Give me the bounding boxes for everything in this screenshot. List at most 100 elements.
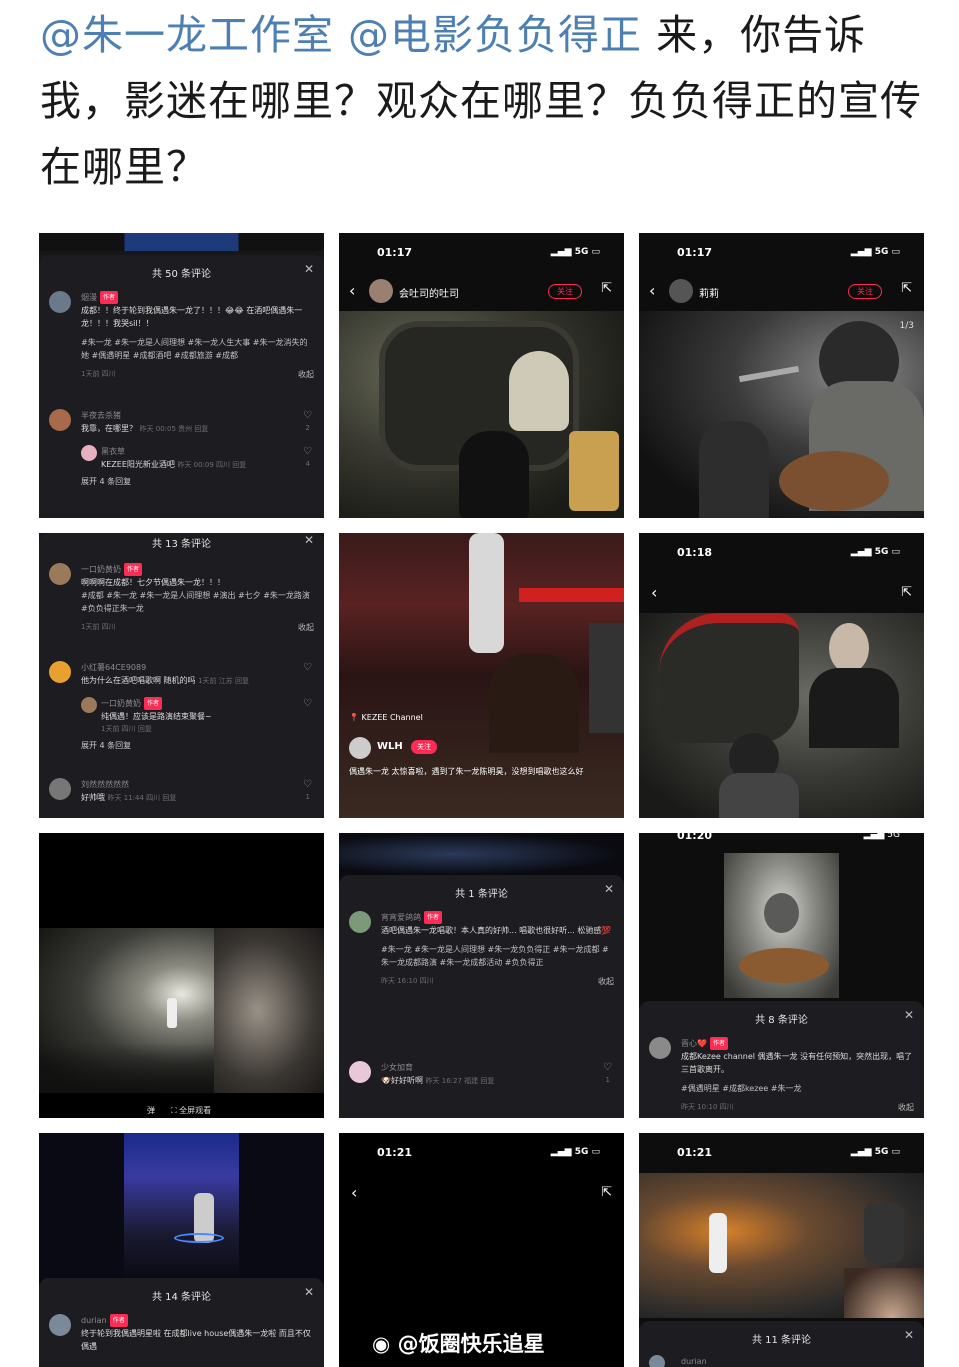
status-time: 01:20 [677,833,713,842]
location-tag[interactable]: 📍 KEZEE Channel [349,713,423,722]
comment-tags[interactable]: #偶遇明星 #成都kezee #朱一龙 [681,1082,914,1095]
avatar[interactable] [49,778,71,800]
share-icon[interactable]: ⇱ [601,281,612,296]
avatar[interactable] [349,737,371,759]
danmaku-button[interactable]: 弹 [147,1105,155,1116]
comment-user[interactable]: 烟漫 [81,293,97,302]
comment-tags[interactable]: #朱一龙 #朱一龙是人间理想 #朱一龙人生大事 #朱一龙消失的她 #偶遇明星 #… [81,336,314,362]
grid-image-1[interactable]: 共 50 条评论 ✕ 烟漫 作者 成都！！终于轮到我偶遇朱一龙了！！！😂😂 在酒吧… [39,233,324,518]
follow-button[interactable]: 关注 [848,284,882,299]
heart-icon[interactable]: ♡ [303,778,312,791]
comment-text: 啊啊啊在成都！七夕节偶遇朱一龙！！！ [81,578,225,587]
close-icon[interactable]: ✕ [304,262,314,276]
heart-icon[interactable]: ♡ [303,445,312,458]
collapse-link[interactable]: 收起 [898,1101,914,1114]
comment-user[interactable]: 刘然然然然然 [81,778,314,791]
author-name[interactable]: WLH [377,741,403,752]
comment-tags[interactable]: #朱一龙 #朱一龙是人间理想 #朱一龙负负得正 #朱一龙成都 #朱一龙成都路演 … [381,943,614,969]
back-icon[interactable]: ‹ [649,281,655,300]
mention-studio[interactable]: @朱一龙工作室 [40,11,334,59]
heart-icon[interactable]: ♡ [603,1061,612,1074]
back-icon[interactable]: ‹ [349,281,355,300]
photo: 1/3 [639,311,924,518]
comment-user[interactable]: 宵宵爱鸽鸽 [381,913,421,922]
comment-meta: 1天前 四川 [81,623,116,631]
grid-image-7[interactable]: 弹 ⛶ 全屏观看 [39,833,324,1118]
avatar[interactable] [49,409,71,431]
fullscreen-button[interactable]: ⛶ 全屏观看 [171,1105,211,1116]
author-name[interactable]: 会吐司的吐司 [399,285,459,300]
avatar[interactable] [649,1037,671,1059]
author-name[interactable]: 莉莉 [699,285,719,300]
grid-image-4[interactable]: 共 13 条评论 ✕ 一口奶黄奶 作者 啊啊啊在成都！七夕节偶遇朱一龙！！！ #成… [39,533,324,818]
back-icon[interactable]: ‹ [351,1183,357,1202]
heart-icon[interactable]: ♡ [303,661,312,674]
collapse-link[interactable]: 收起 [298,368,314,381]
collapse-link[interactable]: 收起 [598,975,614,988]
follow-button[interactable]: 关注 [411,740,437,754]
grid-image-10[interactable]: 共 14 条评论 ✕ durian 作者 终于轮到我偶遇明星啦 在成都live h… [39,1133,324,1367]
close-icon[interactable]: ✕ [304,533,314,547]
share-icon[interactable]: ⇱ [601,1185,612,1200]
follow-button[interactable]: 关注 [548,284,582,299]
avatar[interactable] [49,1314,71,1336]
video-frame [124,1133,239,1278]
video-controls: 弹 ⛶ 全屏观看 [39,1102,324,1118]
reply-user[interactable]: 黑衣草 [101,445,314,458]
grid-image-12[interactable]: 01:21 ▂▄▆ 5G ▭ 共 11 条评论 ✕ durian [639,1133,924,1367]
grid-image-2[interactable]: 01:17 ▂▄▆ 5G ▭ ‹ 会吐司的吐司 关注 ⇱ [339,233,624,518]
comment-user[interactable]: 小红薯64CE9089 [81,661,314,674]
reply-user[interactable]: 一口奶黄奶 [101,699,141,708]
comment-user[interactable]: 一口奶黄奶 [81,565,121,574]
grid-image-8[interactable]: 共 1 条评论 ✕ 宵宵爱鸽鸽 作者 酒吧偶遇朱一龙唱歌！本人真的好帅... 唱歌… [339,833,624,1118]
comment-count: 共 14 条评论 [151,1292,212,1303]
author-badge: 作者 [709,1037,728,1050]
comment-user[interactable]: durian [681,1357,707,1366]
comment-tags[interactable]: #成都 #朱一龙 #朱一龙是人间理想 #演出 #七夕 #朱一龙路演 #负负得正朱… [81,589,314,615]
grid-image-3[interactable]: 01:17 ▂▄▆ 5G ▭ ‹ 莉莉 关注 ⇱ 1/3 [639,233,924,518]
comment-text: 他为什么在酒吧唱歌啊 随机的吗 [81,676,196,685]
mention-movie[interactable]: @电影负负得正 [348,11,642,59]
photo [639,613,924,818]
avatar[interactable] [369,279,393,303]
comment-user[interactable]: durian [81,1316,107,1325]
close-icon[interactable]: ✕ [304,1285,314,1299]
heart-icon[interactable]: ♡ [303,409,312,422]
close-icon[interactable]: ✕ [904,1008,914,1022]
avatar[interactable] [49,563,71,585]
share-icon[interactable]: ⇱ [901,585,912,600]
share-icon[interactable]: ⇱ [901,281,912,296]
comment-count: 共 11 条评论 [751,1335,812,1346]
video-frame [639,1173,924,1318]
grid-image-6[interactable]: 01:18 ▂▄▆ 5G ▭ ‹ ⇱ [639,533,924,818]
close-icon[interactable]: ✕ [904,1328,914,1342]
weibo-logo-icon: ◉ [372,1332,391,1356]
status-time: 01:18 [677,546,713,559]
status-time: 01:17 [677,246,713,259]
avatar[interactable] [649,1355,665,1367]
expand-replies[interactable]: 展开 4 条回复 [81,475,314,488]
avatar[interactable] [49,661,71,683]
close-icon[interactable]: ✕ [604,882,614,896]
heart-icon[interactable]: ♡ [303,697,312,710]
avatar[interactable] [349,911,371,933]
video-frame [39,928,324,1093]
comment-count: 共 8 条评论 [755,1015,808,1026]
comment-meta: 昨天 16:10 四川 [381,977,434,985]
comment-user[interactable]: 少女加育 [381,1061,614,1074]
back-icon[interactable]: ‹ [651,583,657,602]
expand-replies[interactable]: 展开 4 条回复 [81,739,314,752]
avatar[interactable] [349,1061,371,1083]
avatar[interactable] [81,445,97,461]
comment-user[interactable]: 半夜去杀猪 [81,409,314,422]
grid-image-5[interactable]: 📍 KEZEE Channel WLH 关注 偶遇朱一龙 太惊喜啦，遇到了朱一龙… [339,533,624,818]
avatar[interactable] [81,697,97,713]
comment-user[interactable]: 晋心❤️ [681,1039,707,1048]
avatar[interactable] [669,279,693,303]
avatar[interactable] [49,291,71,313]
grid-image-9[interactable]: 01:20 ▂▄▆ 5G 共 8 条评论 ✕ 晋心❤️ 作者 成都Kezee ch… [639,833,924,1118]
signal-indicator: ▂▄▆ 5G ▭ [850,1147,900,1157]
reply-text: 纯偶遇！应该是路演结束聚餐~ [101,712,212,721]
collapse-link[interactable]: 收起 [298,621,314,634]
video-strip [39,233,324,251]
